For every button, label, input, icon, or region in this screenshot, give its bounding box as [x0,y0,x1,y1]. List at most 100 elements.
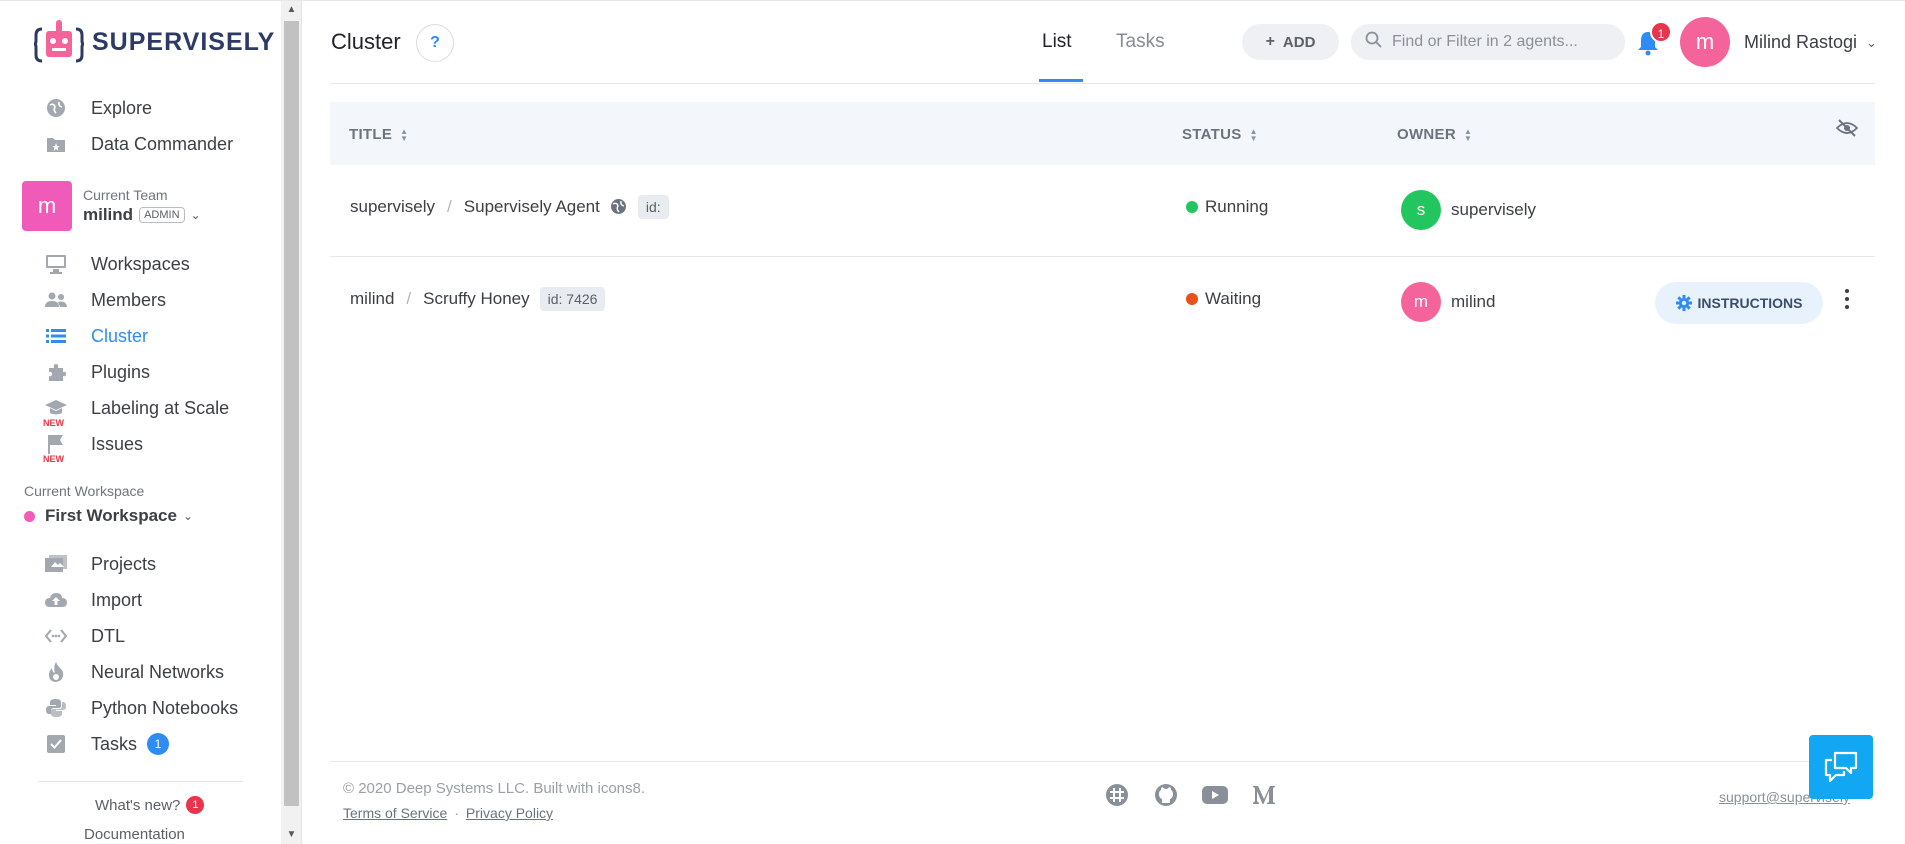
sidebar-item-members[interactable]: Members [44,285,166,315]
sidebar-item-data-commander[interactable]: Data Commander [44,129,233,159]
chat-support-button[interactable] [1809,735,1873,799]
cloud-upload-icon [44,588,68,612]
sidebar-item-workspaces[interactable]: Workspaces [44,249,190,279]
workspace-name: First Workspace [45,506,177,525]
slack-icon[interactable] [1104,782,1130,808]
tasks-count-badge: 1 [147,733,170,755]
workspace-switcher[interactable]: First Workspace ⌄ [24,506,193,526]
tab-tasks[interactable]: Tasks [1116,31,1165,53]
instructions-label: INSTRUCTIONS [1697,295,1803,311]
path-separator: / [447,197,452,216]
sidebar-scrollbar[interactable]: ▲ ▼ [281,1,302,844]
agent-owner-path[interactable]: supervisely [350,197,435,217]
link-separator: · [454,805,459,821]
sidebar-item-neural-networks[interactable]: Neural Networks [44,657,224,687]
instructions-button[interactable]: INSTRUCTIONS [1655,282,1823,324]
sidebar-item-import[interactable]: Import [44,585,142,615]
table-header: TITLE ▲ ▼ STATUS ▲ ▼ OWNER ▲ ▼ [330,102,1875,165]
chat-bubbles-icon [1824,751,1858,783]
sidebar-item-label: Cluster [91,325,149,346]
sort-icon: ▲ ▼ [1249,126,1258,143]
agent-title: milind / Scruffy Honey id: 7426 [350,287,606,311]
search-box[interactable] [1351,24,1625,60]
globe-icon [44,96,68,120]
agent-name[interactable]: Scruffy Honey [423,289,529,309]
agent-id-chip: id: [637,195,669,219]
status-label: Running [1205,197,1269,216]
youtube-icon[interactable] [1202,782,1228,808]
active-tab-indicator [1039,79,1083,82]
footer-links: Terms of Service · Privacy Policy [343,805,553,821]
sidebar-item-projects[interactable]: Projects [44,549,156,579]
whats-new-label: What's new? [95,796,181,814]
status-dot [1186,201,1198,213]
team-caption: Current Team [83,187,168,203]
sidebar-item-python-notebooks[interactable]: Python Notebooks [44,693,238,723]
path-separator: / [406,289,412,308]
add-label: ADD [1282,33,1316,51]
sort-icon: ▲ ▼ [1464,126,1473,143]
people-icon [44,288,68,312]
page-title: Cluster [331,29,401,54]
whats-new-link[interactable]: What's new? 1 [95,796,205,814]
sidebar-item-label: Issues [91,433,144,454]
sidebar-item-label: Members [91,289,167,310]
agent-owner-path[interactable]: milind [350,289,394,309]
table-row[interactable]: milind / Scruffy Honey id: 7426 Waiting … [330,257,1875,349]
medium-icon[interactable] [1251,782,1277,808]
tab-list[interactable]: List [1042,31,1072,53]
sidebar-item-tasks[interactable]: Tasks 1 [44,729,170,759]
search-input[interactable] [1392,33,1612,51]
table-row[interactable]: supervisely / Supervisely Agent id: Runn… [330,165,1875,257]
hide-columns-eye-off-icon[interactable] [1835,119,1859,141]
scroll-up-arrow-icon[interactable]: ▲ [281,1,302,19]
agent-name[interactable]: Supervisely Agent [464,197,600,217]
help-button[interactable]: ? [416,24,454,62]
scroll-thumb[interactable] [284,21,299,806]
github-icon[interactable] [1153,782,1179,808]
sidebar-item-label: Plugins [91,361,151,382]
owner-avatar: s [1401,190,1441,230]
sidebar-item-cluster[interactable]: Cluster [44,321,148,351]
sidebar-item-dtl[interactable]: DTL [44,621,125,651]
user-avatar[interactable]: m [1680,17,1730,67]
sidebar-item-labeling-at-scale[interactable]: NEW Labeling at Scale [43,393,229,429]
sidebar-item-issues[interactable]: NEW Issues [43,429,144,465]
status-dot [1186,293,1198,305]
new-tag: NEW [43,418,64,428]
column-header-owner[interactable]: OWNER ▲ ▼ [1397,126,1472,143]
robot-logo-icon [33,19,85,65]
column-label: TITLE [349,126,393,143]
add-agent-button[interactable]: + ADD [1242,24,1339,60]
user-name[interactable]: Milind Rastogi [1744,32,1857,53]
code-arrows-icon [44,624,68,648]
team-switcher[interactable]: m Current Team milind ADMIN ⌄ [22,181,201,231]
whats-new-badge: 1 [186,796,205,814]
privacy-link[interactable]: Privacy Policy [466,805,553,821]
row-more-menu-icon[interactable] [1840,287,1854,311]
sidebar-item-explore[interactable]: Explore [44,93,152,123]
sidebar-item-plugins[interactable]: Plugins [44,357,150,387]
logo[interactable]: SUPERVISELY [33,19,275,65]
agent-title: supervisely / Supervisely Agent id: [350,195,669,219]
sidebar: SUPERVISELY Explore Data Commander m Cur… [0,1,280,844]
column-header-status[interactable]: STATUS ▲ ▼ [1182,126,1258,143]
chevron-down-icon[interactable]: ⌄ [1866,35,1877,51]
column-header-title[interactable]: TITLE ▲ ▼ [349,126,408,143]
monitor-icon [44,252,68,276]
footer-divider [330,761,1875,762]
column-label: OWNER [1397,126,1456,143]
documentation-link[interactable]: Documentation [84,826,185,843]
sidebar-item-label: DTL [91,625,126,646]
agent-owner: s supervisely [1401,190,1536,230]
sidebar-item-label: Import [91,589,143,610]
column-label: STATUS [1182,126,1242,143]
status-label: Waiting [1205,289,1262,308]
new-tag: NEW [43,454,64,464]
chevron-down-icon: ⌄ [182,509,194,523]
terms-link[interactable]: Terms of Service [343,805,447,821]
owner-avatar: m [1401,282,1441,322]
sidebar-item-label: Explore [91,97,153,118]
scroll-down-arrow-icon[interactable]: ▼ [281,826,302,844]
divider [38,781,243,782]
